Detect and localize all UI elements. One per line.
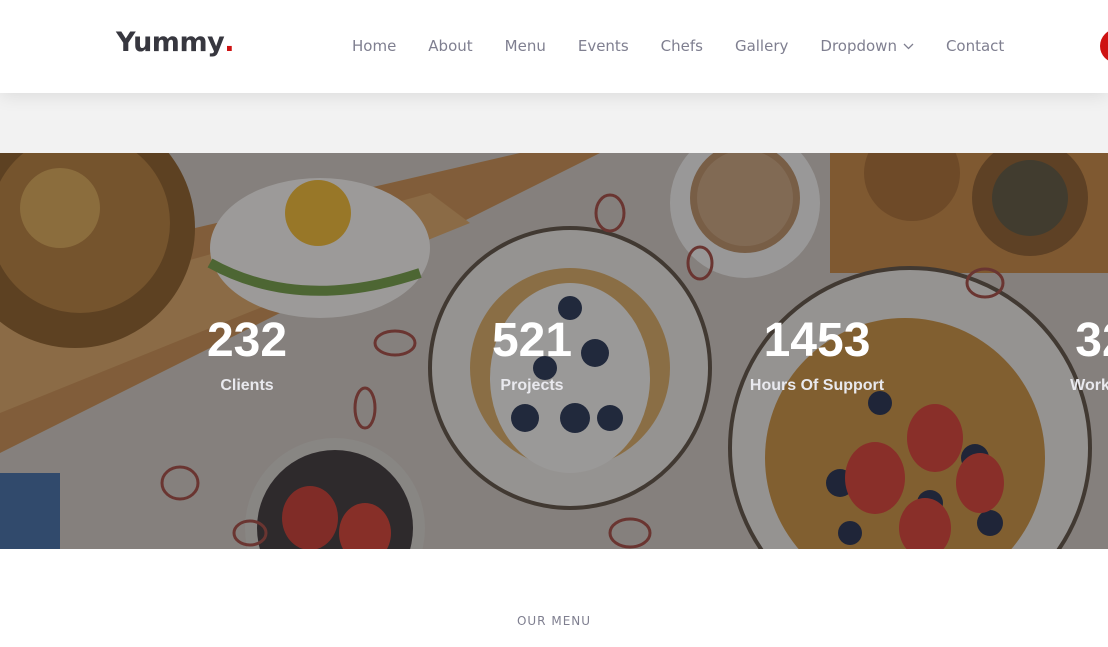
stat-label: Projects (500, 377, 564, 394)
stat-value: 1453 (763, 314, 871, 367)
stat-label: Hours Of Support (749, 377, 885, 394)
nav-contact[interactable]: Contact (930, 37, 1020, 55)
nav-home[interactable]: Home (336, 37, 412, 55)
nav-gallery[interactable]: Gallery (719, 37, 804, 55)
spacer-band (0, 93, 1108, 153)
nav-about[interactable]: About (412, 37, 488, 55)
stat-projects: 521 Projects (412, 313, 652, 398)
main-nav: Home About Menu Events Chefs Gallery Dro… (336, 35, 1020, 57)
nav-chefs[interactable]: Chefs (645, 37, 719, 55)
brand-logo[interactable]: Yummy. (116, 27, 234, 67)
book-table-button[interactable] (1100, 29, 1108, 63)
nav-dropdown-label: Dropdown (820, 37, 897, 55)
stat-label: Clients (220, 377, 274, 394)
stat-clients: 232 Clients (127, 313, 367, 398)
stat-value: 32 (1075, 314, 1108, 367)
stat-workers: 32 Workers (982, 313, 1108, 398)
stat-label: Workers (1070, 377, 1108, 394)
stats-section: 232 Clients 521 Projects 1453 Hours Of S… (0, 153, 1108, 549)
nav-events[interactable]: Events (562, 37, 645, 55)
brand-name: Yummy (116, 27, 225, 58)
stat-value: 521 (491, 314, 573, 367)
nav-dropdown[interactable]: Dropdown (804, 37, 930, 55)
menu-section-label: OUR MENU (0, 614, 1108, 628)
section-eyebrow: OUR MENU (516, 614, 592, 628)
chevron-down-icon (903, 43, 914, 50)
nav-menu[interactable]: Menu (489, 37, 562, 55)
stat-value: 232 (206, 314, 288, 367)
site-header: Yummy. Home About Menu Events Chefs Gall… (0, 0, 1108, 93)
brand-dot: . (224, 27, 234, 58)
stat-hours-support: 1453 Hours Of Support (697, 313, 937, 398)
